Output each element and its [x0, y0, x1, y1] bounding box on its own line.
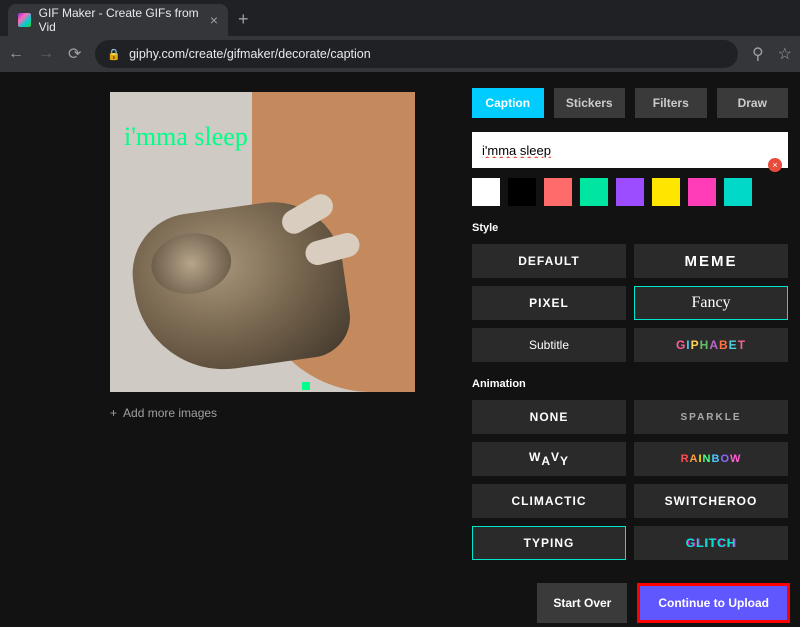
- anim-sparkle[interactable]: SPARKLE: [634, 400, 788, 434]
- footer-actions: Start Over Continue to Upload: [537, 583, 790, 623]
- gif-preview[interactable]: i'mma sleep: [110, 92, 415, 392]
- forward-icon[interactable]: →: [38, 45, 54, 63]
- browser-toolbar: ← → ⟳ 🔒 giphy.com/create/gifmaker/decora…: [0, 36, 800, 72]
- anim-climactic[interactable]: CLIMACTIC: [472, 484, 626, 518]
- caption-input[interactable]: [472, 132, 788, 168]
- animation-section-label: Animation: [472, 378, 788, 390]
- style-fancy[interactable]: Fancy: [634, 286, 788, 320]
- favicon-icon: [18, 13, 31, 27]
- anim-typing[interactable]: TYPING: [472, 526, 626, 560]
- animation-grid: NONE SPARKLE WAVY RAINBOW CLIMACTIC SWIT…: [472, 400, 788, 560]
- plus-icon: +: [110, 406, 117, 420]
- style-grid: DEFAULT MEME PIXEL Fancy Subtitle GIPHAB…: [472, 244, 788, 362]
- preview-column: i'mma sleep + Add more images: [0, 72, 460, 627]
- anim-wavy[interactable]: WAVY: [472, 442, 626, 476]
- tab-caption[interactable]: Caption: [472, 88, 544, 118]
- color-swatch-red[interactable]: [544, 178, 572, 206]
- tab-title: GIF Maker - Create GIFs from Vid: [39, 6, 202, 34]
- style-meme[interactable]: MEME: [634, 244, 788, 278]
- caption-input-wrapper: ×: [472, 132, 788, 168]
- clear-text-icon[interactable]: ×: [768, 158, 782, 172]
- anim-rainbow[interactable]: RAINBOW: [634, 442, 788, 476]
- new-tab-button[interactable]: +: [236, 9, 259, 36]
- tab-filters[interactable]: Filters: [635, 88, 707, 118]
- add-more-images-button[interactable]: + Add more images: [110, 406, 444, 420]
- color-swatches: [472, 178, 788, 206]
- color-swatch-white[interactable]: [472, 178, 500, 206]
- page-content: i'mma sleep + Add more images Caption St…: [0, 72, 800, 627]
- style-pixel[interactable]: PIXEL: [472, 286, 626, 320]
- anim-switcheroo[interactable]: SWITCHEROO: [634, 484, 788, 518]
- color-swatch-teal[interactable]: [724, 178, 752, 206]
- bookmark-star-icon[interactable]: ☆: [778, 44, 792, 64]
- tab-draw[interactable]: Draw: [717, 88, 789, 118]
- browser-tab[interactable]: GIF Maker - Create GIFs from Vid ×: [8, 4, 228, 36]
- color-swatch-yellow[interactable]: [652, 178, 680, 206]
- anim-none[interactable]: NONE: [472, 400, 626, 434]
- back-icon[interactable]: ←: [8, 45, 24, 63]
- add-more-label: Add more images: [123, 406, 217, 420]
- url-text: giphy.com/create/gifmaker/decorate/capti…: [129, 47, 371, 61]
- tab-stickers[interactable]: Stickers: [554, 88, 626, 118]
- caption-overlay[interactable]: i'mma sleep: [124, 122, 248, 152]
- continue-upload-button[interactable]: Continue to Upload: [637, 583, 790, 623]
- anim-glitch[interactable]: GLITCH: [634, 526, 788, 560]
- start-over-button[interactable]: Start Over: [537, 583, 627, 623]
- editor-panel: Caption Stickers Filters Draw × Style DE…: [460, 72, 800, 627]
- style-giphabet[interactable]: GIPHABET: [634, 328, 788, 362]
- tab-strip: GIF Maker - Create GIFs from Vid × +: [0, 0, 800, 36]
- resize-handle-icon[interactable]: [302, 382, 310, 390]
- tab-close-icon[interactable]: ×: [210, 12, 218, 28]
- style-default[interactable]: DEFAULT: [472, 244, 626, 278]
- address-bar[interactable]: 🔒 giphy.com/create/gifmaker/decorate/cap…: [95, 40, 738, 68]
- reload-icon[interactable]: ⟳: [68, 44, 81, 64]
- zoom-search-icon[interactable]: ⚲: [752, 44, 764, 64]
- editor-tabs: Caption Stickers Filters Draw: [472, 88, 788, 118]
- style-section-label: Style: [472, 222, 788, 234]
- color-swatch-green[interactable]: [580, 178, 608, 206]
- color-swatch-black[interactable]: [508, 178, 536, 206]
- color-swatch-pink[interactable]: [688, 178, 716, 206]
- style-subtitle[interactable]: Subtitle: [472, 328, 626, 362]
- lock-icon: 🔒: [107, 48, 121, 61]
- color-swatch-purple[interactable]: [616, 178, 644, 206]
